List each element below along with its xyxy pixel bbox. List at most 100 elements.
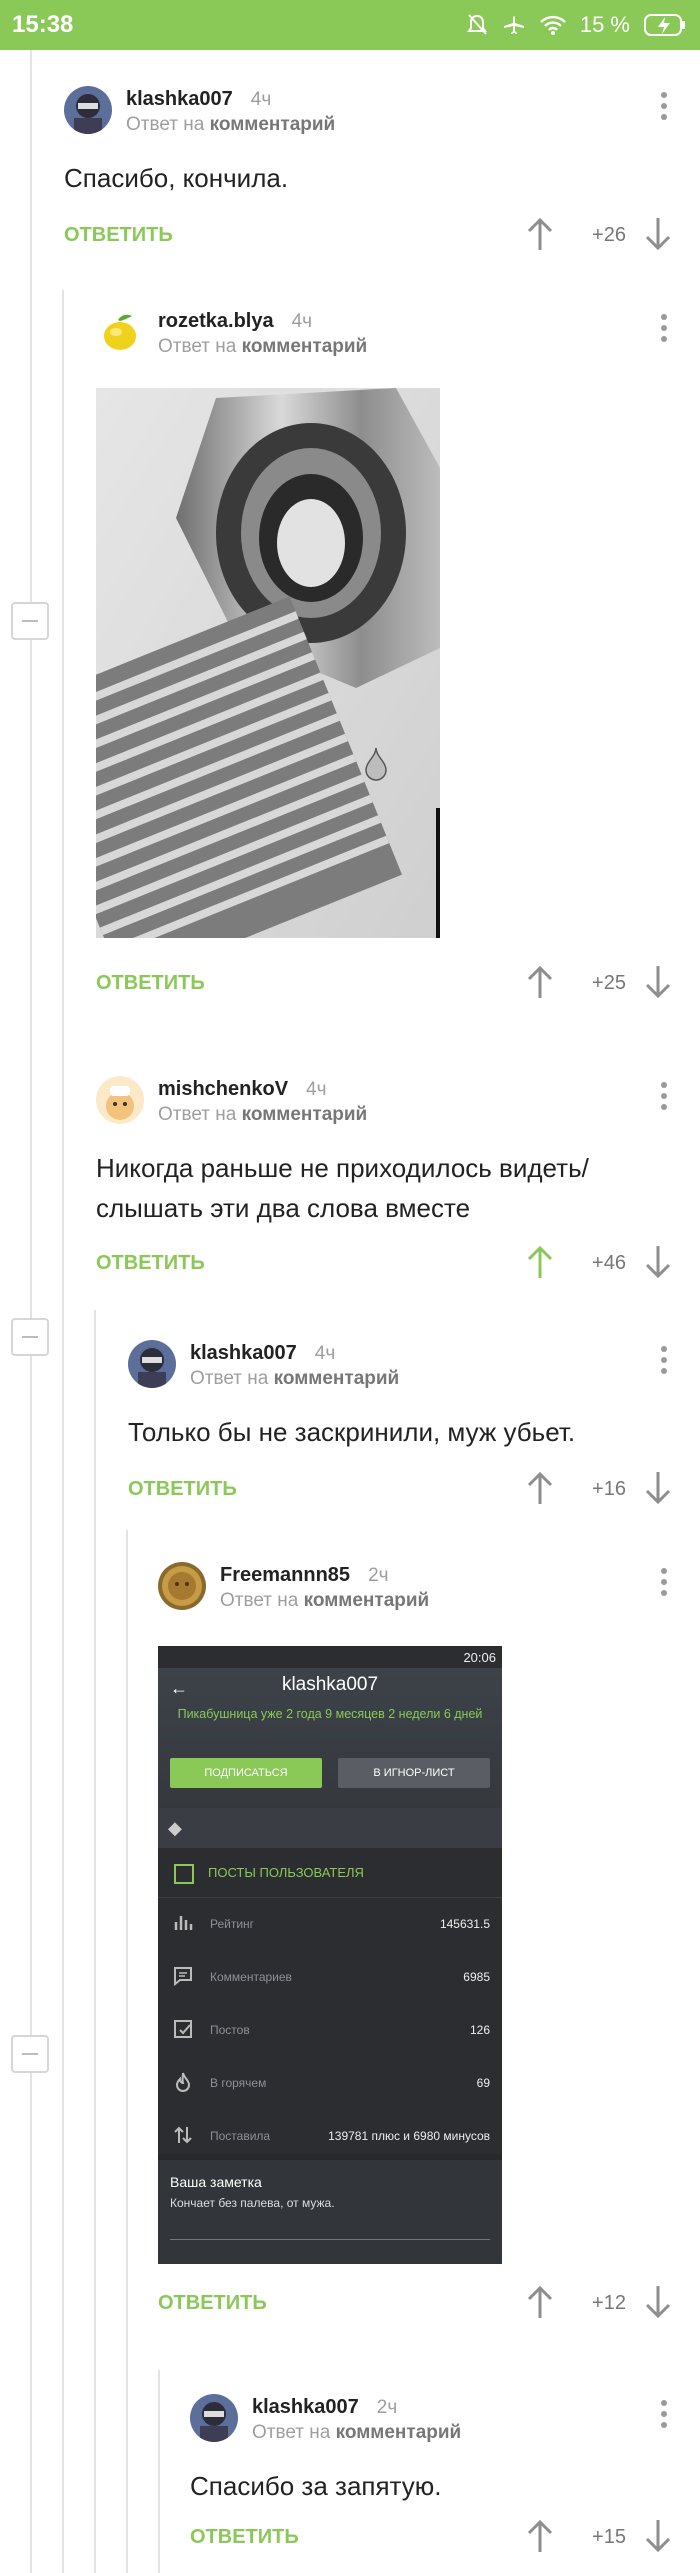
subscribe-button: ПОДПИСАТЬСЯ — [170, 1758, 322, 1788]
vote-controls: +12 — [520, 2282, 700, 2322]
user-note: Ваша заметка Кончает без палева, от мужа… — [158, 2154, 502, 2264]
upvote-icon[interactable] — [520, 1468, 560, 1508]
note-title: Ваша заметка — [170, 2174, 262, 2190]
status-icons: 15 % — [466, 9, 686, 41]
collapse-thread-button[interactable] — [11, 602, 49, 640]
battery-charging-icon — [644, 14, 685, 36]
posts-icon — [174, 2020, 192, 2038]
comment-time: 2ч — [368, 1565, 389, 1586]
comment-score: +12 — [592, 2292, 626, 2314]
screenshot-status-time: 20:06 — [463, 1650, 496, 1665]
airplane-icon — [503, 16, 524, 34]
reply-to[interactable]: Ответ на комментарий — [126, 114, 335, 136]
avatar[interactable] — [158, 1562, 206, 1610]
profile-toolbar: ◆ — [158, 1808, 502, 1848]
comment-text: Спасибо, кончила. — [64, 163, 289, 193]
comment-author[interactable]: Freemannn85 2ч — [220, 1564, 389, 1587]
comment-author[interactable]: mishchenkoV 4ч — [158, 1078, 327, 1101]
stat-row: Постов 126 — [158, 2004, 502, 2057]
profile-username: klashka007 — [281, 1674, 379, 1695]
avatar[interactable] — [96, 1076, 144, 1124]
reply-button[interactable]: ОТВЕТИТЬ — [96, 972, 205, 995]
comment-time: 4ч — [306, 1079, 327, 1100]
reply-to[interactable]: Ответ на комментарий — [190, 1368, 399, 1390]
comment-author[interactable]: klashka007 4ч — [190, 1342, 335, 1365]
more-options-icon[interactable] — [660, 92, 668, 126]
comment-image[interactable] — [96, 388, 440, 938]
comment-score: +25 — [592, 972, 626, 994]
comment-time: 4ч — [250, 89, 272, 110]
comment: Freemannn85 2ч Ответ на комментарий 20:06… — [158, 1562, 700, 2330]
downvote-icon[interactable] — [638, 2516, 678, 2556]
stat-row: Рейтинг 145631.5 — [158, 1898, 502, 1951]
comment-image[interactable]: 20:06 ← klashka007 Пикабушница уже 2 год… — [158, 1646, 502, 2264]
comment-time: 4ч — [314, 1343, 336, 1364]
comment-score: +16 — [592, 1478, 626, 1500]
comment: rozetka.blya 4ч Ответ на комментарий ОТВ… — [96, 308, 700, 1010]
hat-icon: ◆ — [168, 1818, 182, 1838]
avatar[interactable] — [128, 1340, 176, 1388]
battery-percent: 15 % — [579, 12, 630, 37]
comment-text: Спасибо за запятую. — [190, 2471, 442, 2501]
comment-time: 2ч — [376, 2397, 398, 2418]
reply-to[interactable]: Ответ на комментарий — [158, 1104, 367, 1126]
collapse-thread-button[interactable] — [11, 1318, 49, 1356]
comment: klashka007 4ч Ответ на комментарий Спасиб… — [64, 86, 700, 262]
status-bar: 15:38 15 % — [0, 0, 700, 50]
rating-icon — [174, 1916, 193, 1930]
thread-line — [30, 50, 32, 2573]
more-options-icon[interactable] — [660, 1082, 668, 1116]
thread-line — [158, 2370, 160, 2573]
comment-time: 4ч — [291, 311, 313, 332]
thread-line — [62, 290, 64, 2573]
avatar[interactable] — [190, 2394, 238, 2442]
upvote-icon[interactable] — [520, 2516, 560, 2556]
reply-button[interactable]: ОТВЕТИТЬ — [158, 2292, 267, 2315]
comment-score: +15 — [592, 2526, 626, 2548]
more-options-icon[interactable] — [660, 1346, 668, 1380]
collapse-thread-button[interactable] — [11, 2035, 49, 2073]
reply-to[interactable]: Ответ на комментарий — [220, 1590, 429, 1612]
upvote-icon[interactable] — [520, 1242, 560, 1282]
avatar[interactable] — [96, 308, 144, 356]
upvote-icon[interactable] — [520, 214, 560, 254]
reply-to[interactable]: Ответ на комментарий — [252, 2422, 461, 2444]
vote-controls: +25 — [520, 962, 700, 1002]
comment-text: Только бы не заскринили, муж убьет. — [128, 1417, 576, 1447]
downvote-icon[interactable] — [638, 962, 678, 1002]
user-posts-link: ПОСТЫ ПОЛЬЗОВАТЕЛЯ — [158, 1848, 502, 1898]
comment-author[interactable]: klashka007 2ч — [252, 2396, 397, 2419]
mute-icon — [466, 14, 487, 35]
comment-author[interactable]: klashka007 4ч — [126, 88, 271, 111]
reply-button[interactable]: ОТВЕТИТЬ — [128, 1478, 237, 1501]
comment-author[interactable]: rozetka.blya 4ч — [158, 310, 312, 333]
vote-controls: +26 — [520, 214, 700, 254]
avatar[interactable] — [64, 86, 112, 134]
more-options-icon[interactable] — [660, 2400, 668, 2434]
profile-since: Пикабушница уже 2 года 9 месяцев 2 недел… — [177, 1707, 483, 1721]
comment: klashka007 4ч Ответ на комментарий Только… — [128, 1340, 700, 1516]
comment: mishchenkoV 4ч Ответ на комментарий Никог… — [96, 1076, 700, 1290]
more-options-icon[interactable] — [660, 1568, 668, 1602]
reply-to[interactable]: Ответ на комментарий — [158, 336, 367, 358]
status-time: 15:38 — [12, 11, 74, 38]
sort-arrows-icon — [174, 2126, 192, 2144]
upvote-icon[interactable] — [520, 962, 560, 1002]
comment-score: +26 — [592, 224, 626, 246]
comments-icon — [174, 1967, 192, 1987]
downvote-icon[interactable] — [638, 1468, 678, 1508]
downvote-icon[interactable] — [638, 2282, 678, 2322]
reply-button[interactable]: ОТВЕТИТЬ — [96, 1252, 205, 1275]
downvote-icon[interactable] — [638, 214, 678, 254]
reply-button[interactable]: ОТВЕТИТЬ — [190, 2526, 299, 2549]
reply-button[interactable]: ОТВЕТИТЬ — [64, 224, 173, 247]
comment-text: Никогда раньше не приходилось видеть/ сл… — [96, 1153, 589, 1223]
downvote-icon[interactable] — [638, 1242, 678, 1282]
thread-line — [126, 1530, 128, 2573]
fire-icon — [175, 2072, 191, 2092]
vote-controls: +16 — [520, 1468, 700, 1508]
stat-row: Комментариев 6985 — [158, 1951, 502, 2004]
vote-controls: +15 — [520, 2516, 700, 2556]
more-options-icon[interactable] — [660, 314, 668, 348]
upvote-icon[interactable] — [520, 2282, 560, 2322]
